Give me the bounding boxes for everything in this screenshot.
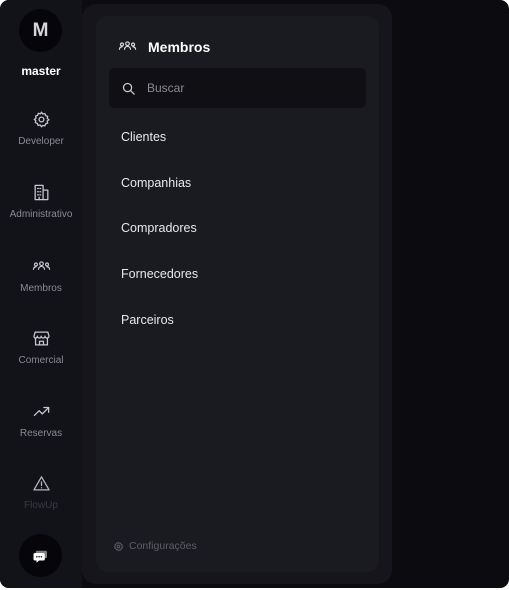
building-icon — [34, 184, 48, 201]
sidebar-item-label: Administrativo — [9, 209, 73, 220]
search-input[interactable] — [145, 80, 349, 96]
sidebar-rail: M master Developer Administrativo Membro… — [0, 0, 82, 588]
menu-item-compradores[interactable]: Compradores — [121, 221, 197, 235]
sidebar-item-label: Comercial — [18, 355, 64, 366]
app-window: M master Developer Administrativo Membro… — [0, 0, 509, 588]
sidebar-item-label: FlowUp — [24, 500, 58, 511]
menu-item-clientes[interactable]: Clientes — [121, 130, 166, 144]
panel-header: Membros — [118, 37, 210, 56]
avatar-letter: M — [32, 19, 49, 41]
sidebar-item-administrativo[interactable]: Administrativo — [0, 183, 82, 220]
menu-item-parceiros[interactable]: Parceiros — [121, 313, 174, 327]
gear-icon — [113, 541, 124, 551]
chat-button[interactable] — [19, 534, 62, 577]
trending-up-icon — [33, 406, 49, 417]
menu-item-companhias[interactable]: Companhias — [121, 176, 191, 190]
gear-icon — [33, 111, 50, 128]
sidebar-item-label: Developer — [18, 136, 64, 147]
workspace-name: master — [21, 64, 61, 78]
settings-label: Configurações — [129, 540, 197, 552]
submenu-panel: Membros Clientes Companhias Compradores … — [96, 16, 379, 572]
search-icon — [122, 82, 135, 95]
users-icon — [118, 41, 137, 50]
sidebar-item-label: Reservas — [19, 428, 63, 439]
sidebar-item-developer[interactable]: Developer — [0, 110, 82, 147]
search-field[interactable] — [109, 68, 366, 108]
chat-icon — [33, 550, 47, 563]
users-icon — [32, 261, 50, 270]
sidebar-item-label: Membros — [20, 283, 62, 294]
sidebar-item-reservas[interactable]: Reservas — [0, 402, 82, 439]
warning-icon — [32, 476, 50, 491]
panel-title: Membros — [148, 38, 211, 55]
sidebar-item-flowup[interactable]: FlowUp — [0, 474, 82, 511]
settings-link[interactable]: Configurações — [113, 540, 197, 552]
workspace-avatar[interactable]: M — [19, 9, 62, 52]
sidebar-item-membros[interactable]: Membros — [0, 257, 82, 294]
sidebar-item-comercial[interactable]: Comercial — [0, 329, 82, 366]
menu-item-fornecedores[interactable]: Fornecedores — [121, 267, 198, 281]
store-icon — [32, 331, 50, 346]
